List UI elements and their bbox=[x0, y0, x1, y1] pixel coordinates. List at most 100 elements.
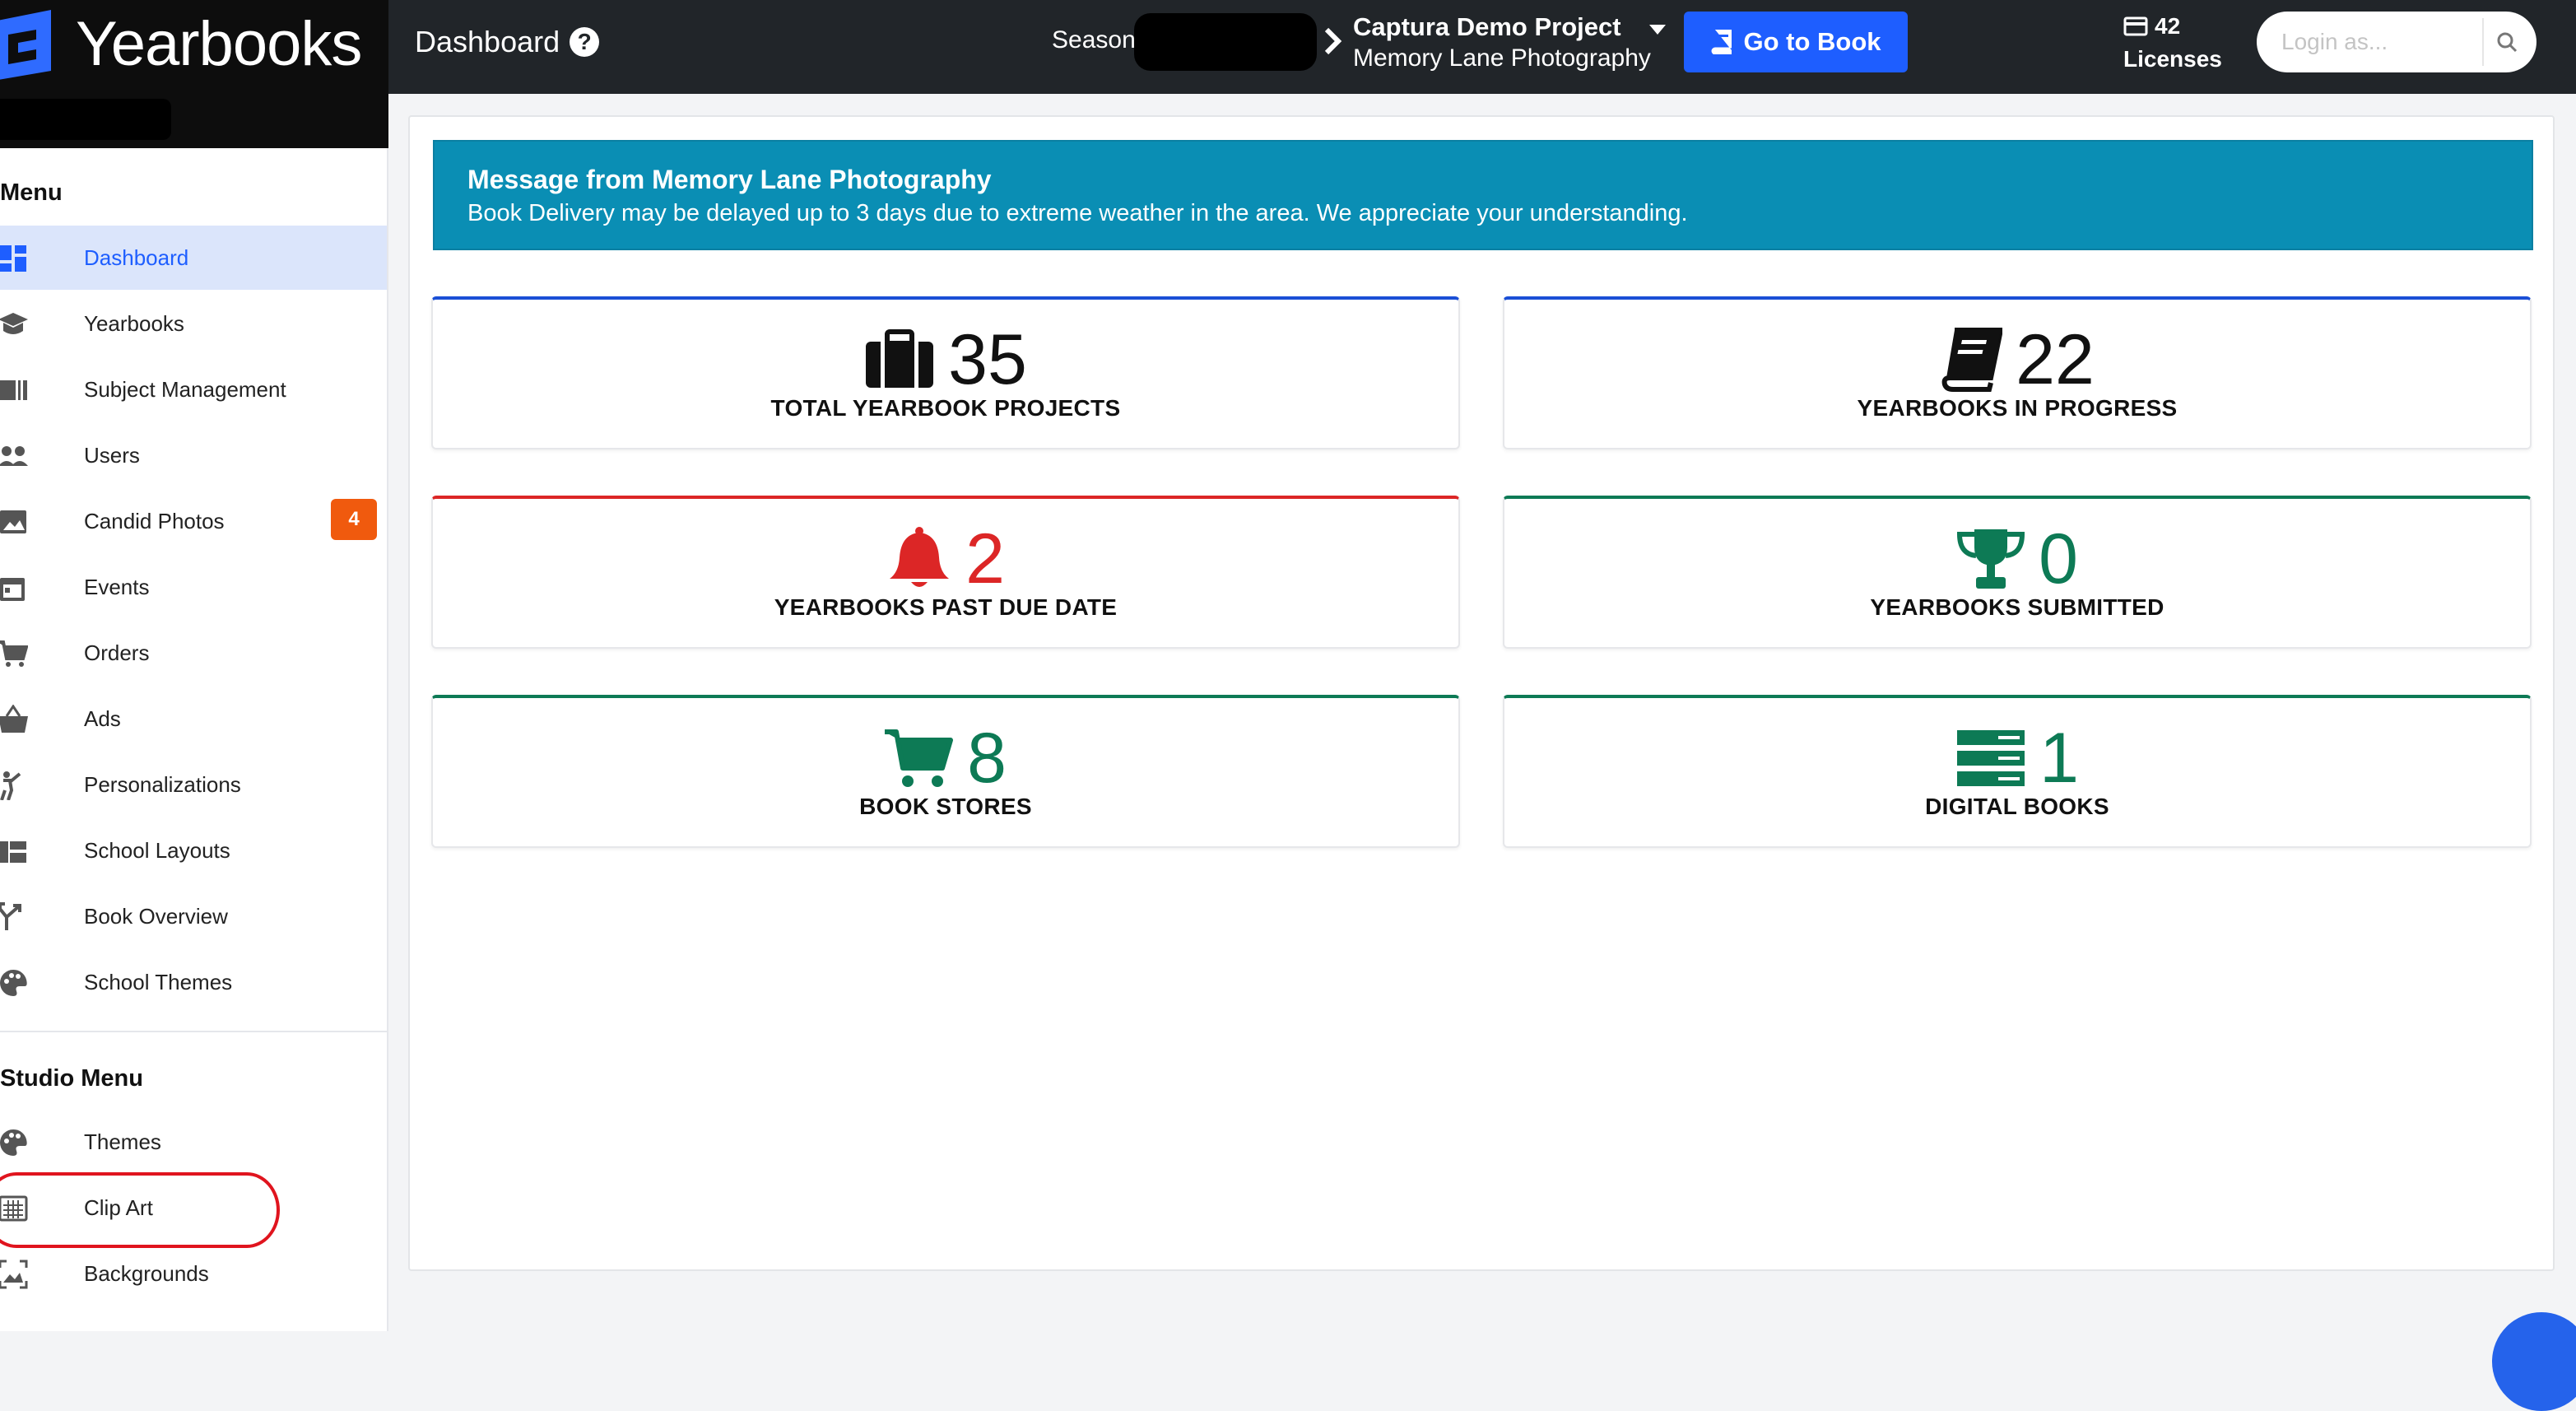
stat-label: YEARBOOKS PAST DUE DATE bbox=[774, 594, 1118, 620]
sidebar-divider bbox=[0, 1031, 387, 1032]
sidebar-item-school-layouts[interactable]: School Layouts bbox=[0, 818, 387, 882]
login-as-input[interactable] bbox=[2281, 29, 2471, 55]
caret-down-icon[interactable] bbox=[1649, 25, 1666, 36]
book-icon bbox=[1941, 328, 2003, 392]
users-icon bbox=[0, 446, 28, 466]
sidebar-item-label: Candid Photos bbox=[84, 508, 225, 533]
chat-widget-button[interactable] bbox=[2492, 1312, 2576, 1411]
top-bar: Yearbooks Dashboard ? Season Captura Dem… bbox=[0, 0, 2576, 148]
licenses-label: Licenses bbox=[2123, 46, 2222, 72]
stat-card-total-projects[interactable]: 35 TOTAL YEARBOOK PROJECTS bbox=[431, 296, 1460, 449]
stat-label: TOTAL YEARBOOK PROJECTS bbox=[770, 395, 1121, 421]
sidebar-item-users[interactable]: Users bbox=[0, 423, 387, 487]
sidebar-item-label: School Themes bbox=[84, 969, 233, 994]
stat-card-book-stores[interactable]: 8 BOOK STORES bbox=[431, 695, 1460, 848]
stat-value: 0 bbox=[2039, 519, 2078, 598]
layout-icon bbox=[0, 841, 26, 863]
sidebar-item-label: Book Overview bbox=[84, 903, 228, 929]
sidebar-item-label: Users bbox=[84, 442, 140, 468]
sidebar-item-label: School Layouts bbox=[84, 837, 230, 863]
sidebar-item-label: Personalizations bbox=[84, 771, 241, 797]
stat-value: 1 bbox=[2039, 719, 2079, 798]
person-icon bbox=[0, 771, 21, 800]
help-icon[interactable]: ? bbox=[570, 27, 600, 57]
cart-icon bbox=[885, 729, 954, 787]
sidebar-item-label: Ads bbox=[84, 706, 121, 731]
briefcase-icon bbox=[866, 329, 934, 388]
go-to-book-button[interactable]: Go to Book bbox=[1684, 12, 1908, 72]
dashboard-panel bbox=[408, 115, 2555, 1271]
sidebar-item-label: Themes bbox=[84, 1129, 161, 1154]
stat-card-past-due[interactable]: 2 YEARBOOKS PAST DUE DATE bbox=[431, 496, 1460, 649]
basket-icon bbox=[0, 705, 28, 733]
stat-value: 35 bbox=[948, 320, 1027, 399]
graduation-cap-icon bbox=[0, 313, 28, 334]
palette-icon bbox=[0, 1129, 27, 1156]
licenses-counter: 42 Licenses bbox=[2123, 10, 2222, 76]
go-to-book-label: Go to Book bbox=[1743, 27, 1881, 56]
brand-name[interactable]: Yearbooks bbox=[76, 8, 362, 80]
sidebar-item-label: Events bbox=[84, 574, 150, 599]
sidebar-item-dashboard[interactable]: Dashboard bbox=[0, 226, 387, 290]
trophy-icon bbox=[1957, 529, 2025, 589]
studio-message-alert: Message from Memory Lane Photography Boo… bbox=[433, 140, 2533, 250]
credit-card-icon bbox=[2123, 16, 2148, 36]
sidebar-item-orders[interactable]: Orders bbox=[0, 621, 387, 685]
page-title-area: Dashboard ? bbox=[415, 25, 600, 59]
menu-heading: Menu bbox=[0, 179, 63, 206]
sidebar-item-subject-management[interactable]: Subject Management bbox=[0, 357, 387, 421]
stat-value: 2 bbox=[965, 519, 1005, 598]
bell-icon bbox=[890, 527, 950, 587]
licenses-count: 42 bbox=[2155, 13, 2181, 39]
project-selector[interactable]: Captura Demo Project Memory Lane Photogr… bbox=[1353, 12, 1651, 74]
sidebar-item-label: Orders bbox=[84, 640, 150, 665]
sidebar-item-ads[interactable]: Ads bbox=[0, 687, 387, 751]
yearbooks-logo-icon[interactable] bbox=[0, 10, 59, 81]
sidebar-item-backgrounds[interactable]: Backgrounds bbox=[0, 1241, 387, 1306]
search-icon bbox=[2497, 32, 2518, 53]
stat-label: BOOK STORES bbox=[859, 794, 1032, 819]
dashboard-icon bbox=[0, 245, 26, 272]
calendar-icon bbox=[0, 578, 25, 601]
brand-area: Yearbooks bbox=[0, 0, 388, 148]
login-as-field bbox=[2257, 12, 2536, 72]
image-icon bbox=[0, 510, 26, 533]
server-icon bbox=[1957, 730, 2025, 786]
redacted-user-name bbox=[0, 99, 171, 140]
stat-card-digital-books[interactable]: 1 DIGITAL BOOKS bbox=[1503, 695, 2532, 848]
backgrounds-icon bbox=[0, 1260, 28, 1289]
sidebar: Menu Dashboard Yearbooks Subject Managem… bbox=[0, 148, 388, 1331]
sidebar-item-label: Yearbooks bbox=[84, 310, 184, 336]
cart-icon bbox=[0, 640, 28, 667]
sidebar-item-events[interactable]: Events bbox=[0, 555, 387, 619]
stat-value: 22 bbox=[2016, 320, 2095, 399]
studio-menu-heading: Studio Menu bbox=[0, 1065, 143, 1092]
studio-name: Memory Lane Photography bbox=[1353, 44, 1651, 72]
season-selector-redacted[interactable] bbox=[1134, 13, 1317, 71]
alert-message: Book Delivery may be delayed up to 3 day… bbox=[467, 200, 1688, 226]
page-title: Dashboard bbox=[415, 25, 560, 58]
stat-value: 8 bbox=[967, 719, 1007, 798]
sidebar-item-yearbooks[interactable]: Yearbooks bbox=[0, 291, 387, 356]
stat-card-submitted[interactable]: 0 YEARBOOKS SUBMITTED bbox=[1503, 496, 2532, 649]
sidebar-item-book-overview[interactable]: Book Overview bbox=[0, 884, 387, 948]
sidebar-item-label: Dashboard bbox=[84, 244, 189, 270]
stat-label: YEARBOOKS SUBMITTED bbox=[1870, 594, 2164, 620]
chevron-right-icon bbox=[1324, 27, 1342, 55]
palette-icon bbox=[0, 969, 27, 996]
candid-photos-count-badge: 4 bbox=[331, 499, 377, 540]
sidebar-item-personalizations[interactable]: Personalizations bbox=[0, 752, 387, 817]
sidebar-item-themes[interactable]: Themes bbox=[0, 1110, 387, 1174]
sidebar-item-label: Subject Management bbox=[84, 376, 286, 402]
sidebar-item-school-themes[interactable]: School Themes bbox=[0, 950, 387, 1014]
alert-title: Message from Memory Lane Photography bbox=[467, 165, 992, 194]
clip-art-highlight-annotation bbox=[0, 1172, 280, 1248]
stat-card-in-progress[interactable]: 22 YEARBOOKS IN PROGRESS bbox=[1503, 296, 2532, 449]
season-label: Season bbox=[1052, 26, 1136, 54]
book-icon bbox=[1711, 30, 1732, 54]
sidebar-item-label: Backgrounds bbox=[84, 1260, 209, 1286]
id-card-icon bbox=[0, 380, 27, 400]
sidebar-item-candid-photos[interactable]: Candid Photos 4 bbox=[0, 489, 387, 553]
login-search-button[interactable] bbox=[2482, 18, 2530, 66]
stat-label: DIGITAL BOOKS bbox=[1925, 794, 2109, 819]
